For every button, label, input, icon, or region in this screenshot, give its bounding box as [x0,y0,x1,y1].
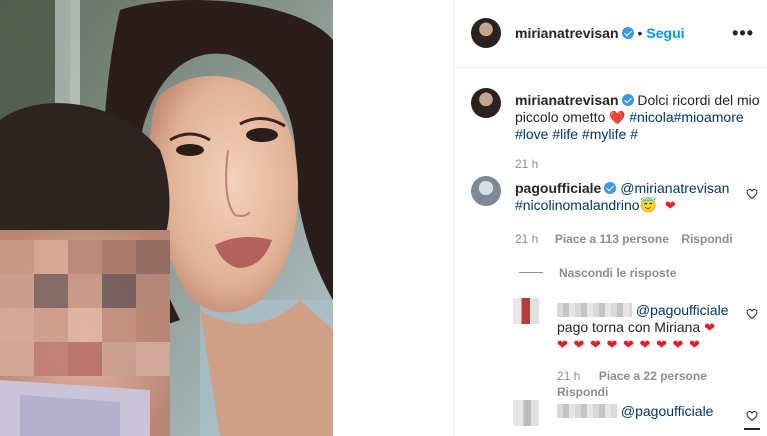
caption-time: 21 h [515,157,539,171]
divider-line [519,272,543,274]
heart-outline-icon[interactable] [746,410,758,422]
save-icon[interactable] [744,428,760,436]
reply-text-block-2: @pagoufficiale [557,403,713,420]
separator-dot: • [637,25,643,41]
post-photo[interactable] [0,0,333,436]
hide-replies-button[interactable]: Nascondi le risposte [519,264,676,282]
photo-illustration [0,0,333,436]
comment-hashtag[interactable]: #nicolinomalandrino [515,197,640,213]
reply-mention-2[interactable]: @pagoufficiale [621,403,714,419]
comment-time: 21 h [515,232,539,246]
comment-reply-button[interactable]: Rispondi [681,232,732,246]
comment-likes[interactable]: Piace a 113 persone [555,232,669,246]
blurred-username [557,303,632,317]
follow-button[interactable]: Segui [646,25,684,41]
reply-avatar-blurred[interactable] [513,400,539,426]
verified-badge-icon [604,182,617,194]
post-header: mirianatrevisan • Segui ••• [455,0,767,68]
reply-hearts-row: ❤ ❤ ❤ ❤ ❤ ❤ ❤ ❤ ❤ [557,337,701,352]
heart-outline-icon[interactable] [746,308,758,320]
comments-panel: mirianatrevisan • Segui ••• mirianatrevisa… [454,0,767,436]
comment-text-block: pagoufficiale @mirianatrevisan #nicolino… [515,180,740,214]
comment-meta: 21 h Piace a 113 persone Rispondi [515,230,733,248]
photo-gutter [333,0,454,436]
comment-heart: ❤ [664,198,676,213]
comment-username[interactable]: pagoufficiale [515,180,601,196]
author-avatar[interactable] [471,18,501,48]
caption-username[interactable]: mirianatrevisan [515,92,619,108]
verified-badge-icon [621,94,634,106]
reply-meta: 21 h Piace a 22 persone Rispondi [557,367,737,399]
caption-avatar[interactable] [471,88,501,118]
reply-reply-button[interactable]: Rispondi [557,385,737,399]
caption-hashtags[interactable]: #nicola#mioamore [629,109,743,125]
hide-replies-label: Nascondi le risposte [559,266,677,280]
comment-mention[interactable]: @mirianatrevisan [620,180,729,196]
caption-text-block: mirianatrevisan Dolci ricordi del mio pi… [515,92,760,143]
author-line: mirianatrevisan • Segui [515,25,685,43]
caption-hashtags-2[interactable]: #love #life #mylife # [515,126,638,142]
blurred-username [557,404,617,418]
reply-heart: ❤ [704,320,715,335]
heart-emoji: ❤️ [609,110,626,125]
commenter-avatar[interactable] [471,176,501,206]
comment-emoji: 😇 [639,197,657,213]
reply-text-block: @pagoufficiale pago torna con Miriana ❤ … [557,302,737,353]
reply-time: 21 h [557,369,581,383]
heart-outline-icon[interactable] [746,188,758,200]
reply-avatar-blurred[interactable] [513,298,539,324]
author-username[interactable]: mirianatrevisan [515,25,619,41]
reply-text: pago torna con Miriana [557,319,701,335]
verified-badge-icon [621,27,634,39]
reply-mention[interactable]: @pagoufficiale [636,302,729,318]
more-options-icon[interactable]: ••• [732,24,754,42]
reply-likes[interactable]: Piace a 22 persone [599,369,707,383]
